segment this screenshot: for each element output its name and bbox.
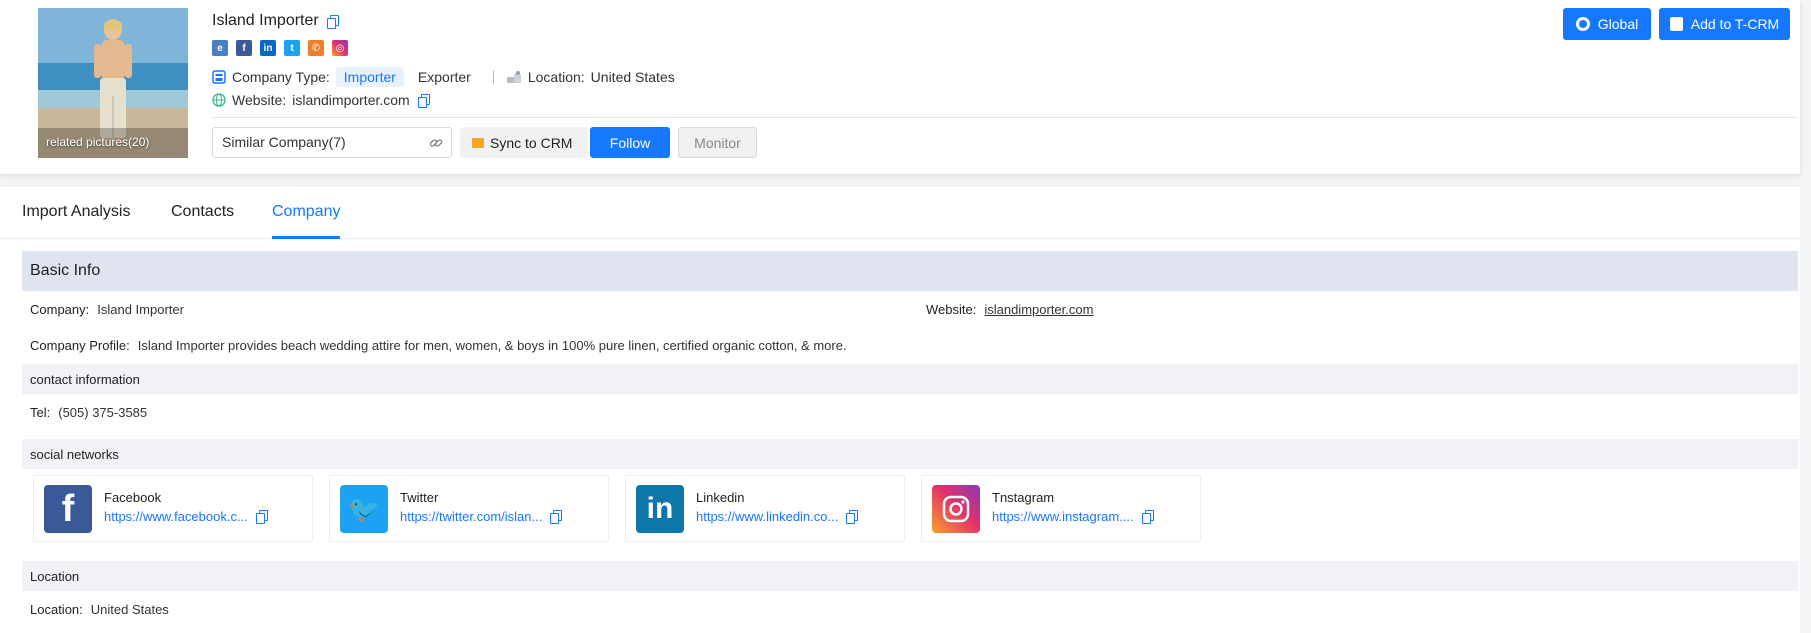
social-card-url[interactable]: https://twitter.com/islan... bbox=[400, 509, 542, 524]
header-divider bbox=[212, 117, 1798, 118]
location-value: United States bbox=[90, 602, 169, 617]
website-label: Website: bbox=[926, 302, 977, 317]
social-card-url-row: https://www.linkedin.co... bbox=[696, 509, 859, 524]
social-networks-header: social networks bbox=[22, 439, 1798, 469]
social-card-url[interactable]: https://www.facebook.c... bbox=[104, 509, 248, 524]
profile-field: Company Profile: Island Importer provides… bbox=[30, 338, 847, 353]
social-icon-row: e f in t ✆ ◎ bbox=[212, 40, 348, 56]
location-icon bbox=[506, 71, 521, 83]
sync-to-crm-button[interactable]: Sync to CRM bbox=[460, 127, 588, 158]
tab-contacts[interactable]: Contacts bbox=[171, 203, 234, 239]
social-card-name: Linkedin bbox=[696, 490, 745, 505]
basic-info-header: Basic Info bbox=[22, 251, 1798, 291]
tab-company[interactable]: Company bbox=[272, 203, 341, 239]
instagram-icon bbox=[932, 485, 980, 533]
divider bbox=[492, 70, 494, 84]
social-card-twitter[interactable]: 🐦 Twitter https://twitter.com/islan... bbox=[329, 475, 609, 542]
globe-icon bbox=[1575, 17, 1590, 31]
website-row: Website: islandimporter.com bbox=[212, 92, 430, 108]
social-card-url-row: https://twitter.com/islan... bbox=[400, 509, 563, 524]
sync-to-crm-label: Sync to CRM bbox=[490, 134, 573, 151]
add-to-tcrm-button[interactable]: Add to T-CRM bbox=[1659, 8, 1790, 40]
social-card-name: Twitter bbox=[400, 490, 439, 505]
company-page: related pictures(20) Island Importer e f… bbox=[0, 0, 1811, 633]
globe-icon bbox=[212, 93, 226, 107]
global-button[interactable]: Global bbox=[1563, 8, 1651, 40]
website-field: Website: islandimporter.com bbox=[926, 302, 1093, 317]
phone-icon[interactable]: ✆ bbox=[308, 40, 324, 56]
type-exporter-tag: Exporter bbox=[417, 69, 471, 85]
tab-import-analysis[interactable]: Import Analysis bbox=[22, 203, 130, 239]
website-value[interactable]: islandimporter.com bbox=[292, 92, 410, 108]
copy-icon[interactable] bbox=[255, 510, 268, 524]
website-link[interactable]: islandimporter.com bbox=[984, 302, 1093, 317]
facebook-icon[interactable]: f bbox=[236, 40, 252, 56]
instagram-glyph bbox=[942, 495, 970, 523]
company-label: Company: bbox=[30, 302, 90, 317]
social-card-url-row: https://www.instagram.... bbox=[992, 509, 1154, 524]
company-type-label: Company Type: bbox=[232, 69, 330, 85]
linkedin-icon[interactable]: in bbox=[260, 40, 276, 56]
similar-company-label: Similar Company(7) bbox=[222, 134, 346, 150]
facebook-icon: f bbox=[44, 485, 92, 533]
link-icon bbox=[429, 139, 443, 147]
social-card-url-row: https://www.facebook.c... bbox=[104, 509, 268, 524]
social-card-facebook[interactable]: f Facebook https://www.facebook.c... bbox=[33, 475, 313, 542]
social-card-linkedin[interactable]: in Linkedin https://www.linkedin.co... bbox=[625, 475, 905, 542]
copy-icon[interactable] bbox=[550, 510, 563, 524]
tel-field: Tel: (505) 375-3585 bbox=[30, 405, 147, 420]
copy-icon[interactable] bbox=[1141, 510, 1154, 524]
company-name: Island Importer bbox=[212, 12, 319, 29]
profile-value: Island Importer provides beach wedding a… bbox=[137, 338, 847, 353]
global-label: Global bbox=[1597, 16, 1639, 32]
follow-button[interactable]: Follow bbox=[590, 127, 670, 158]
copy-icon[interactable] bbox=[417, 93, 430, 108]
tab-bar: Import Analysis Contacts Company bbox=[0, 187, 1800, 239]
tel-label: Tel: bbox=[30, 405, 51, 420]
monitor-button[interactable]: Monitor bbox=[678, 127, 757, 158]
location-label: Location: bbox=[527, 69, 585, 85]
related-pictures-caption[interactable]: related pictures(20) bbox=[46, 135, 149, 149]
contact-information-header: contact information bbox=[22, 364, 1798, 394]
social-card-url[interactable]: https://www.linkedin.co... bbox=[696, 509, 838, 524]
web-icon[interactable]: e bbox=[212, 40, 228, 56]
location-header: Location bbox=[22, 561, 1798, 591]
social-card-url[interactable]: https://www.instagram.... bbox=[992, 509, 1134, 524]
company-title: Island Importer bbox=[212, 12, 339, 30]
website-label: Website: bbox=[232, 92, 287, 108]
company-field: Company: Island Importer bbox=[30, 302, 184, 317]
company-thumbnail[interactable]: related pictures(20) bbox=[38, 8, 188, 158]
company-type-row: Company Type: Importer Exporter Location… bbox=[212, 66, 675, 88]
twitter-icon[interactable]: t bbox=[284, 40, 300, 56]
linkedin-icon: in bbox=[636, 485, 684, 533]
social-card-instagram[interactable]: Tnstagram https://www.instagram.... bbox=[921, 475, 1201, 542]
tel-value: (505) 375-3585 bbox=[58, 405, 148, 420]
store-icon bbox=[212, 70, 226, 84]
copy-icon[interactable] bbox=[326, 14, 339, 29]
folder-icon bbox=[472, 137, 484, 148]
company-value: Island Importer bbox=[97, 302, 184, 317]
location-label: Location: bbox=[30, 602, 83, 617]
copy-icon[interactable] bbox=[846, 510, 859, 524]
location-value: United States bbox=[590, 69, 675, 85]
company-header: related pictures(20) Island Importer e f… bbox=[0, 0, 1800, 174]
twitter-icon: 🐦 bbox=[340, 485, 388, 533]
type-importer-tag: Importer bbox=[335, 67, 404, 87]
social-card-name: Tnstagram bbox=[992, 490, 1055, 505]
add-to-tcrm-label: Add to T-CRM bbox=[1690, 16, 1780, 32]
similar-company-select[interactable]: Similar Company(7) bbox=[212, 127, 452, 158]
instagram-icon[interactable]: ◎ bbox=[332, 40, 348, 56]
profile-label: Company Profile: bbox=[30, 338, 130, 353]
social-card-name: Facebook bbox=[104, 490, 162, 505]
company-detail-panel: Import Analysis Contacts Company Basic I… bbox=[0, 187, 1800, 633]
crm-icon bbox=[1669, 17, 1683, 31]
location-field: Location: United States bbox=[30, 602, 169, 617]
